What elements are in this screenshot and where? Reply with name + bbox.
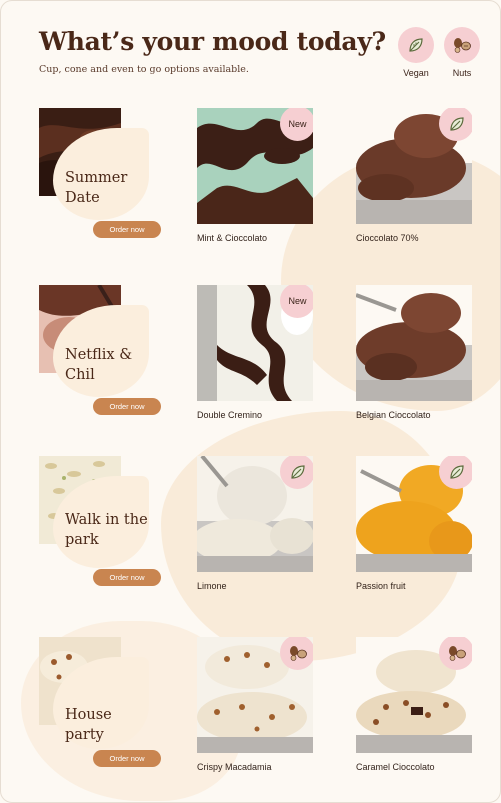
mood-title: House party [65,707,112,743]
mood-card-netflix-chil[interactable]: Netflix & Chil Order now [39,285,164,425]
product-image [356,456,472,572]
leaf-icon [439,456,472,489]
product-name: Passion fruit [356,581,406,591]
filter-vegan[interactable]: Vegan [396,27,436,78]
mood-card-walk-in-the-park[interactable]: Walk in the park Order now [39,456,164,596]
order-now-button[interactable]: Order now [93,750,161,767]
product-card-double-cremino[interactable]: New Double Cremino [197,285,313,420]
product-image [197,637,313,753]
product-card-mint-cioccolato[interactable]: New Mint & Cioccolato [197,108,313,243]
product-name: Limone [197,581,227,591]
order-now-button[interactable]: Order now [93,221,161,238]
product-card-caramel-cioccolato[interactable]: Caramel Cioccolato [356,637,472,772]
order-now-button[interactable]: Order now [93,398,161,415]
product-name: Mint & Cioccolato [197,233,268,243]
page-title: What’s your mood today? [39,27,386,56]
nuts-icon [439,637,472,670]
product-card-belgian-cioccolato[interactable]: Belgian Cioccolato [356,285,472,420]
app-frame: What’s your mood today? Cup, cone and ev… [0,0,501,803]
filter-label: Vegan [403,68,429,78]
mood-card-house-party[interactable]: House party Order now [39,637,164,777]
product-image [356,637,472,753]
leaf-icon [398,27,434,63]
mood-title: Walk in the park [65,512,148,548]
product-image: New [197,285,313,401]
product-image [356,108,472,224]
nuts-icon [444,27,480,63]
order-now-button[interactable]: Order now [93,569,161,586]
product-card-passion-fruit[interactable]: Passion fruit [356,456,472,591]
mood-title: Netflix & Chil [65,347,133,383]
product-name: Caramel Cioccolato [356,762,435,772]
new-badge: New [280,108,313,141]
product-name: Crispy Macadamia [197,762,272,772]
new-badge: New [280,285,313,318]
leaf-icon [439,108,472,141]
product-image [197,456,313,572]
page-subtitle: Cup, cone and even to go options availab… [39,64,249,75]
product-card-cioccolato-70[interactable]: Cioccolato 70% [356,108,472,243]
product-card-limone[interactable]: Limone [197,456,313,591]
product-card-crispy-macadamia[interactable]: Crispy Macadamia [197,637,313,772]
leaf-icon [280,456,313,489]
filter-nuts[interactable]: Nuts [442,27,482,78]
product-image [356,285,472,401]
mood-title: Summer Date [65,170,128,206]
nuts-icon [280,637,313,670]
product-image: New [197,108,313,224]
product-name: Cioccolato 70% [356,233,419,243]
product-name: Double Cremino [197,410,263,420]
filter-label: Nuts [452,68,472,78]
product-name: Belgian Cioccolato [356,410,431,420]
mood-card-summer-date[interactable]: Summer Date Order now [39,108,164,248]
